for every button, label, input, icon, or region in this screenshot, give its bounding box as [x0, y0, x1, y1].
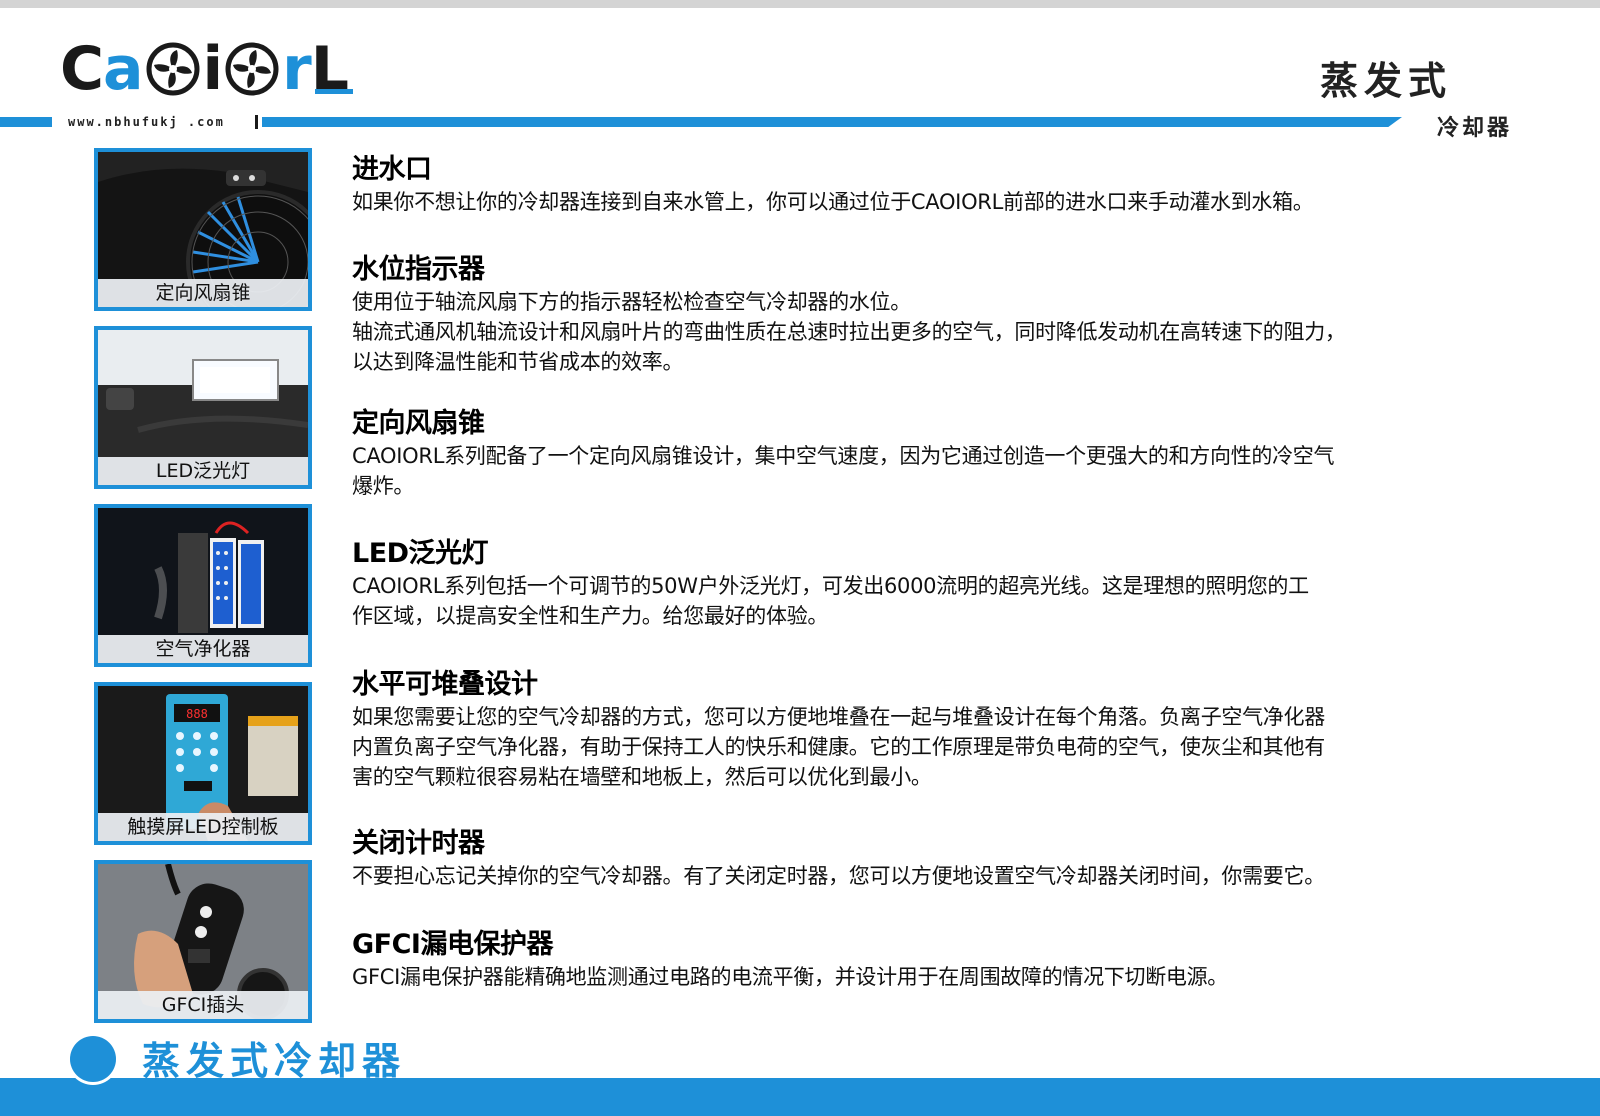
thumbnail-control-panel: 888 触摸屏LED控制板 [94, 682, 312, 845]
thumbnail-label: 定向风扇锥 [98, 279, 308, 307]
logo-letter: C [60, 34, 104, 104]
section-text: CAOIORL系列配备了一个定向风扇锥设计，集中空气速度，因为它通过创造一个更强… [352, 444, 1335, 468]
section-text: 以达到降温性能和节省成本的效率。 [352, 350, 684, 374]
brand-logo: C a i r L [60, 34, 353, 104]
section-title: 定向风扇锥 [352, 408, 485, 439]
section-off-timer: 关闭计时器 不要担心忘记关掉你的空气冷却器。有了关闭定时器，您可以方便地设置空气… [352, 827, 1542, 891]
section-title: 水平可堆叠设计 [352, 669, 538, 700]
section-title: LED泛光灯 [352, 538, 489, 569]
section-title: GFCI漏电保护器 [352, 929, 553, 960]
section-text: 轴流式通风机轴流设计和风扇叶片的弯曲性质在总速时拉出更多的空气，同时降低发动机在… [352, 320, 1346, 344]
top-strip [0, 0, 1600, 8]
header-rule [0, 117, 52, 127]
thumbnail-label: 空气净化器 [98, 635, 308, 663]
section-title: 水位指示器 [352, 254, 485, 285]
section-text: 内置负离子空气净化器，有助于保持工人的快乐和健康。它的工作原理是带负电荷的空气，… [352, 735, 1325, 759]
section-text: 如果你不想让你的冷却器连接到自来水管上，你可以通过位于CAOIORL前部的进水口… [352, 190, 1314, 214]
section-title: 进水口 [352, 154, 432, 185]
footer-circle-icon [70, 1036, 116, 1082]
fan-icon [146, 42, 200, 96]
thumbnail-label: 触摸屏LED控制板 [98, 813, 308, 841]
section-gfci-protector: GFCI漏电保护器 GFCI漏电保护器能精确地监测通过电路的电流平衡，并设计用于… [352, 928, 1542, 992]
fan-icon [225, 42, 279, 96]
footer-title: 蒸发式冷却器 [142, 1038, 407, 1083]
section-text: 爆炸。 [352, 474, 415, 498]
section-water-inlet: 进水口 如果你不想让你的冷却器连接到自来水管上，你可以通过位于CAOIORL前部… [352, 153, 1542, 217]
section-text: 如果您需要让您的空气冷却器的方式，您可以方便地堆叠在一起与堆叠设计在每个角落。负… [352, 705, 1325, 729]
thumbnail-air-purifier: 空气净化器 [94, 504, 312, 667]
logo-letter: L [311, 36, 353, 102]
thumbnail-gfci-plug: GFCI插头 [94, 860, 312, 1023]
section-title: 关闭计时器 [352, 828, 485, 859]
header-rule-tick [255, 115, 258, 129]
svg-text:888: 888 [186, 707, 208, 721]
section-led-floodlight: LED泛光灯 CAOIORL系列包括一个可调节的50W户外泛光灯，可发出6000… [352, 537, 1542, 631]
section-text: GFCI漏电保护器能精确地监测通过电路的电流平衡，并设计用于在周围故障的情况下切… [352, 965, 1229, 989]
section-text: 使用位于轴流风扇下方的指示器轻松检查空气冷却器的水位。 [352, 290, 911, 314]
section-water-level-indicator: 水位指示器 使用位于轴流风扇下方的指示器轻松检查空气冷却器的水位。 轴流式通风机… [352, 253, 1542, 377]
thumbnail-fan-cone: 定向风扇锥 [94, 148, 312, 311]
section-text: 害的空气颗粒很容易粘在墙壁和地板上，然后可以优化到最小。 [352, 765, 932, 789]
section-stackable-design: 水平可堆叠设计 如果您需要让您的空气冷却器的方式，您可以方便地堆叠在一起与堆叠设… [352, 668, 1542, 792]
logo-letter: a [103, 34, 143, 104]
section-text: 作区域，以提高安全性和生产力。给您最好的体验。 [352, 604, 829, 628]
header-subtitle: 冷却器 [1436, 115, 1512, 141]
section-text: 不要担心忘记关掉你的空气冷却器。有了关闭定时器，您可以方便地设置空气冷却器关闭时… [352, 864, 1325, 888]
logo-letter: i [202, 34, 224, 104]
thumbnail-label: GFCI插头 [98, 991, 308, 1019]
website-url: www.nbhufukj .com [68, 115, 225, 129]
logo-letter: r [282, 34, 312, 104]
section-text: CAOIORL系列包括一个可调节的50W户外泛光灯，可发出6000流明的超亮光线… [352, 574, 1309, 598]
thumbnail-led-light: LED泛光灯 [94, 326, 312, 489]
section-fan-cone: 定向风扇锥 CAOIORL系列配备了一个定向风扇锥设计，集中空气速度，因为它通过… [352, 407, 1542, 501]
thumbnail-label: LED泛光灯 [98, 457, 308, 485]
header-rule [262, 117, 1402, 127]
header-title: 蒸发式 [1319, 58, 1452, 103]
